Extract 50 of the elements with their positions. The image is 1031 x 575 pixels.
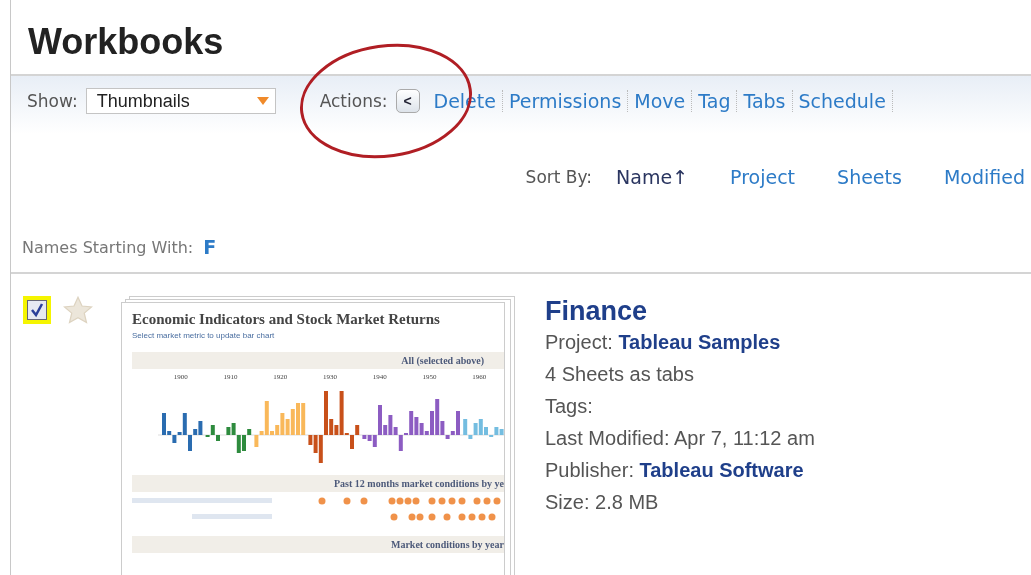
chart-dot bbox=[483, 497, 491, 505]
action-link[interactable]: Move bbox=[628, 90, 693, 112]
view-dropdown[interactable]: Thumbnails bbox=[85, 88, 276, 114]
detail-line: Tags: bbox=[545, 394, 594, 419]
chart-dot bbox=[428, 513, 436, 521]
chart-dot bbox=[343, 497, 351, 505]
checkbox[interactable] bbox=[23, 296, 51, 324]
chart-dot bbox=[448, 497, 456, 505]
detail-line: Project: Tableau Samples bbox=[545, 330, 782, 355]
chart-dot bbox=[478, 513, 486, 521]
action-link[interactable]: Tabs bbox=[737, 90, 793, 112]
sort-link[interactable]: Name↑ bbox=[616, 166, 689, 188]
detail-line: Size: 2.8 MB bbox=[545, 490, 660, 515]
chart-dot bbox=[438, 497, 446, 505]
chart-dot bbox=[428, 497, 436, 505]
star-icon[interactable] bbox=[63, 296, 93, 326]
detail-line: Last Modified: Apr 7, 11:12 am bbox=[545, 426, 815, 451]
filter-label: Names Starting With: bbox=[22, 237, 194, 257]
sort-label: Sort By: bbox=[525, 167, 593, 187]
detail-line: 4 Sheets as tabs bbox=[545, 362, 695, 387]
detail-line: Publisher: Tableau Software bbox=[545, 458, 805, 483]
caret-icon bbox=[256, 97, 269, 105]
workbook-name[interactable]: Finance bbox=[545, 296, 815, 326]
thumbnail-subtitle: Select market metric to update bar chart bbox=[132, 331, 276, 340]
sort-link[interactable]: Project bbox=[730, 166, 796, 188]
chart-dot bbox=[318, 497, 326, 505]
section-heading: All (selected above) bbox=[132, 352, 504, 369]
chart-dot bbox=[458, 497, 466, 505]
chart-dot bbox=[473, 497, 481, 505]
section-heading: Market conditions by year bbox=[132, 536, 504, 553]
action-link[interactable]: Schedule bbox=[792, 90, 893, 112]
show-label: Show: bbox=[27, 91, 78, 111]
sort-link[interactable]: Sheets bbox=[837, 166, 902, 188]
section-heading: Past 12 months market conditions by ye bbox=[132, 475, 504, 492]
action-link[interactable]: Tag bbox=[692, 90, 738, 112]
chart-dot bbox=[443, 513, 451, 521]
sort-link[interactable]: Modified bbox=[943, 166, 1025, 188]
action-link[interactable]: Permissions bbox=[502, 90, 629, 112]
chart-dot bbox=[468, 513, 476, 521]
letter-link[interactable]: F bbox=[203, 236, 217, 258]
chart-dot bbox=[390, 513, 398, 521]
chart-dot bbox=[458, 513, 466, 521]
thumbnail-preview[interactable] bbox=[121, 302, 505, 575]
actions-label: Actions: bbox=[319, 91, 388, 111]
check-icon bbox=[29, 302, 45, 318]
chart-dot bbox=[488, 513, 496, 521]
collapse-button[interactable]: < bbox=[395, 89, 420, 113]
thumbnail-title: Economic Indicators and Stock Market Returns bbox=[132, 311, 441, 328]
chart-dot bbox=[360, 497, 368, 505]
chart-dot bbox=[493, 497, 501, 505]
